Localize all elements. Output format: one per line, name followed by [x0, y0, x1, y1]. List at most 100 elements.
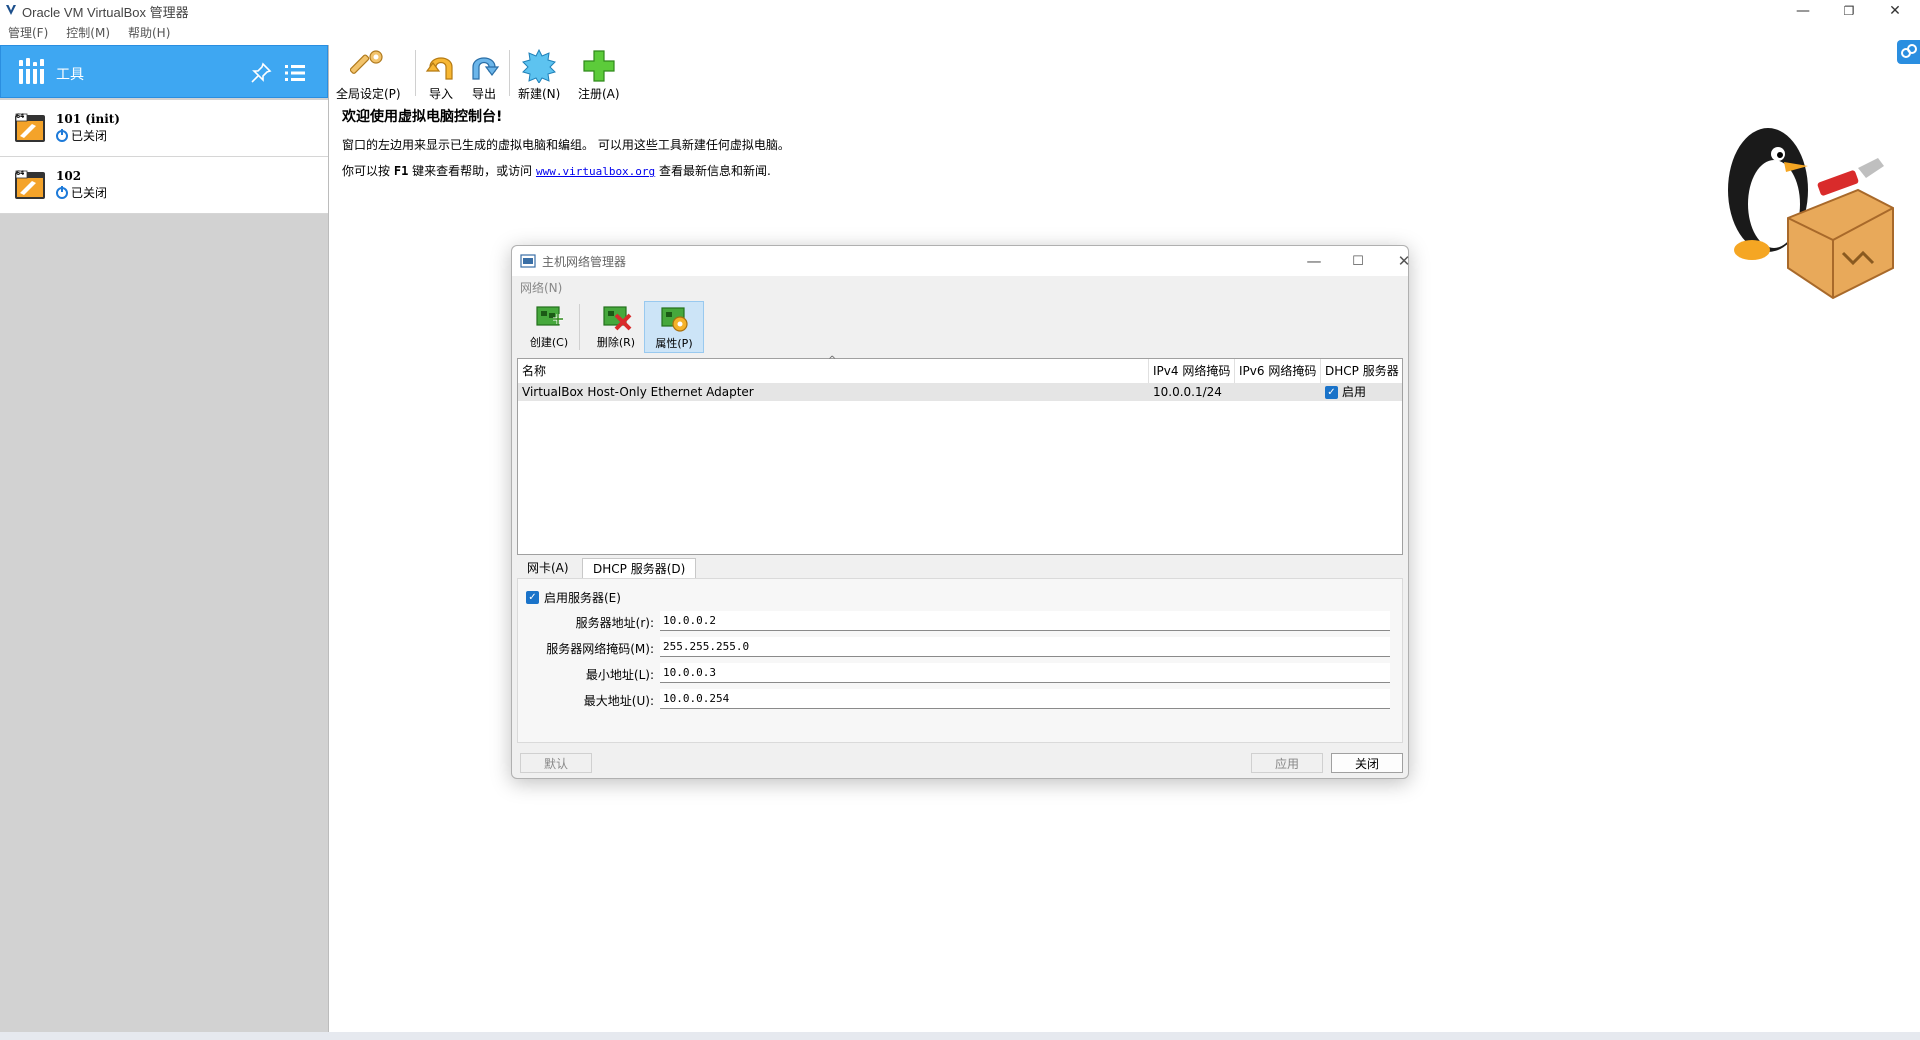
register-vm-button[interactable]: 注册(A) — [578, 49, 620, 102]
restore-button[interactable]: ❐ — [1826, 0, 1872, 22]
vm-status-text: 已关闭 — [71, 186, 108, 200]
new-vm-label: 新建(N) — [518, 87, 561, 101]
delete-network-label: 删除(R) — [596, 336, 636, 349]
welcome-help-line: 你可以按 F1 键来查看帮助，或访问 www.virtualbox.org 查看… — [342, 162, 771, 179]
power-off-icon — [56, 185, 68, 199]
column-header-ipv6[interactable]: IPv6 网络掩码 — [1235, 359, 1321, 383]
vm-name: 102 — [56, 169, 82, 183]
virtualbox-app-icon — [6, 5, 16, 15]
create-network-button[interactable]: 创建(C) — [519, 301, 579, 353]
wrench-icon — [350, 50, 383, 74]
menu-machine[interactable]: 控制(M) — [66, 24, 110, 44]
vm-item-102[interactable] — [0, 157, 328, 214]
side-panel-toggle[interactable] — [1897, 40, 1920, 64]
network-adapters-table: 名称 ^ IPv4 网络掩码 IPv6 网络掩码 DHCP 服务器 Virtua… — [517, 355, 1403, 555]
new-vm-button[interactable]: 新建(N) — [518, 49, 560, 102]
menu-help[interactable]: 帮助(H) — [128, 24, 170, 44]
tab-dhcp-server[interactable]: DHCP 服务器(D) — [582, 558, 697, 578]
pin-icon[interactable] — [250, 62, 272, 84]
dialog-close-x-button[interactable]: ✕ — [1384, 250, 1424, 272]
export-button[interactable]: 导出 — [467, 49, 501, 102]
vm-arch-badge: 64 — [16, 113, 25, 120]
server-mask-input[interactable]: 255.255.255.0 — [660, 637, 1390, 657]
close-button[interactable]: 关闭 — [1331, 753, 1403, 773]
close-window-button[interactable]: ✕ — [1872, 0, 1918, 22]
create-network-label: 创建(C) — [529, 336, 569, 349]
window-title: Oracle VM VirtualBox 管理器 — [22, 5, 189, 20]
vm-name: 101 (init) — [56, 112, 120, 126]
tab-adapter[interactable]: 网卡(A) — [517, 558, 579, 578]
column-header-dhcp[interactable]: DHCP 服务器 — [1321, 359, 1402, 383]
help-text: 键来查看帮助，或访问 — [412, 164, 533, 178]
add-plus-icon — [583, 50, 615, 82]
export-label: 导出 — [471, 87, 496, 101]
network-properties-label: 属性(P) — [655, 337, 693, 350]
adapter-dhcp-cell: ✓ 启用 — [1321, 383, 1402, 401]
host-network-manager-dialog: 主机网络管理器 — ☐ ✕ 网络(N) 创建(C) 删除(R) 属性(P) 名称… — [511, 245, 1410, 779]
server-address-input[interactable]: 10.0.0.2 — [660, 611, 1390, 631]
dialog-minimize-button[interactable]: — — [1294, 250, 1334, 272]
help-text: 你可以按 — [342, 164, 391, 178]
link-icon — [1901, 44, 1917, 58]
help-key: F1 — [393, 164, 409, 178]
global-settings-label: 全局设定(P) — [336, 87, 401, 101]
dialog-menu-network[interactable]: 网络(N) — [520, 279, 562, 296]
list-menu-icon[interactable] — [284, 62, 306, 84]
adapter-ipv4-cell: 10.0.0.1/24 — [1153, 385, 1222, 399]
enable-server-checkbox[interactable]: ✓ — [526, 591, 539, 604]
power-off-icon — [56, 128, 68, 142]
welcome-title: 欢迎使用虚拟电脑控制台! — [342, 109, 503, 125]
menu-bar: 管理(F) 控制(M) 帮助(H) — [0, 24, 170, 44]
title-bar: Oracle VM VirtualBox 管理器 — ❐ ✕ — [0, 0, 1920, 22]
upper-address-label: 最大地址(U): — [583, 694, 654, 708]
sidebar-item-tools[interactable] — [0, 45, 328, 98]
create-network-icon — [536, 306, 563, 326]
import-label: 导入 — [428, 87, 453, 101]
toolbar-separator — [579, 304, 580, 350]
vm-status: 已关闭 — [56, 184, 107, 201]
help-text: 查看最新信息和新闻. — [659, 164, 771, 178]
new-starburst-icon — [522, 49, 557, 83]
vm-arch-badge: 64 — [16, 170, 25, 177]
register-vm-label: 注册(A) — [578, 87, 620, 101]
import-icon — [425, 57, 453, 80]
global-settings-button[interactable]: 全局设定(P) — [336, 49, 401, 102]
tools-label: 工具 — [56, 67, 84, 83]
delete-network-button[interactable]: 删除(R) — [586, 301, 646, 353]
virtualbox-mascot-illustration — [1728, 128, 1894, 300]
dhcp-enabled-label: 启用 — [1342, 385, 1367, 399]
dialog-maximize-button[interactable]: ☐ — [1338, 250, 1378, 272]
server-address-label: 服务器地址(r): — [575, 616, 654, 630]
lower-address-input[interactable]: 10.0.0.3 — [660, 663, 1390, 683]
virtualbox-website-link[interactable]: www.virtualbox.org — [536, 165, 655, 178]
dialog-title: 主机网络管理器 — [542, 255, 627, 269]
vm-item-101[interactable] — [0, 100, 328, 157]
import-button[interactable]: 导入 — [424, 49, 458, 102]
column-header-ipv4[interactable]: IPv4 网络掩码 — [1149, 359, 1235, 383]
menu-file[interactable]: 管理(F) — [8, 24, 48, 44]
toolbar-separator — [415, 50, 416, 96]
welcome-description: 窗口的左边用来显示已生成的虚拟电脑和编组。 可以用这些工具新建任何虚拟电脑。 — [342, 138, 790, 152]
table-row[interactable]: VirtualBox Host-Only Ethernet Adapter 10… — [518, 383, 1402, 401]
network-manager-icon — [520, 254, 536, 268]
adapter-name-cell: VirtualBox Host-Only Ethernet Adapter — [522, 385, 754, 399]
server-mask-label: 服务器网络掩码(M): — [546, 642, 654, 656]
network-properties-icon — [661, 307, 688, 332]
tools-icon — [18, 58, 46, 84]
dialog-title-bar: 主机网络管理器 — ☐ ✕ — [512, 246, 1410, 276]
adapter-ipv6-cell — [1235, 383, 1321, 401]
minimize-button[interactable]: — — [1780, 0, 1826, 22]
apply-button[interactable]: 应用 — [1251, 753, 1323, 773]
lower-address-label: 最小地址(L): — [585, 668, 654, 682]
network-properties-button[interactable]: 属性(P) — [644, 301, 704, 353]
toolbar-separator — [509, 50, 510, 96]
dhcp-enabled-checkbox[interactable]: ✓ — [1325, 385, 1338, 399]
vm-status-text: 已关闭 — [71, 129, 108, 143]
sort-ascending-icon: ^ — [828, 355, 837, 366]
taskbar-edge — [0, 1032, 1920, 1040]
upper-address-input[interactable]: 10.0.0.254 — [660, 689, 1390, 709]
export-icon — [472, 57, 500, 80]
vm-status: 已关闭 — [56, 127, 107, 144]
reset-default-button[interactable]: 默认 — [520, 753, 592, 773]
dhcp-server-panel: ✓ 启用服务器(E) 服务器地址(r): 10.0.0.2 服务器网络掩码(M)… — [517, 578, 1403, 743]
